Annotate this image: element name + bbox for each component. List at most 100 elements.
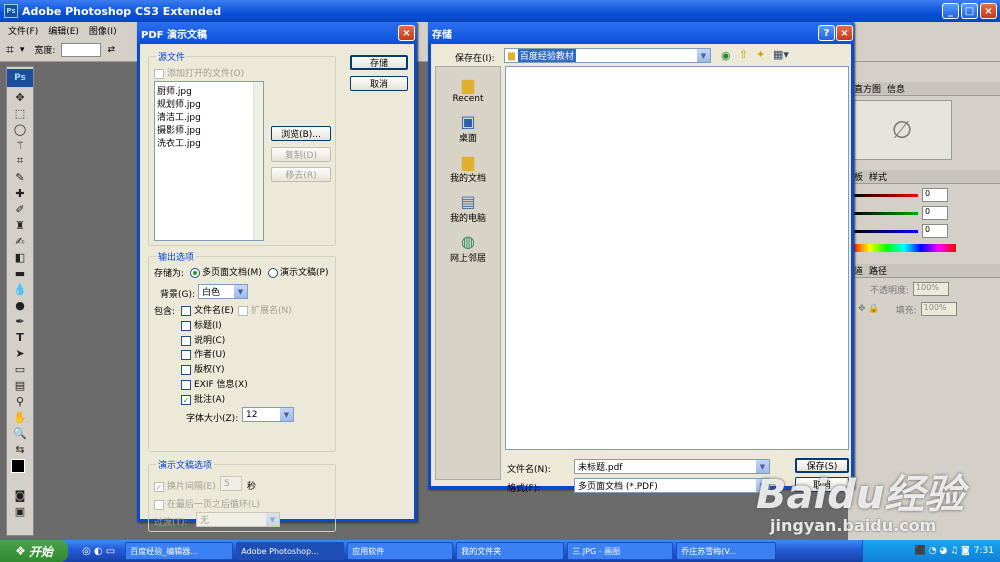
add-open-files-checkbox[interactable]: 添加打开的文件(O) <box>154 66 244 79</box>
pdf-dialog-close-button[interactable]: × <box>398 25 415 41</box>
zoom-tool-icon[interactable]: 🔍 <box>7 425 33 441</box>
tab-swatches[interactable]: 板 <box>854 170 863 183</box>
close-button[interactable]: × <box>980 3 997 19</box>
crop-tool-dropdown-icon[interactable]: ▾ <box>20 45 25 55</box>
list-item[interactable]: 规划师.jpg <box>157 97 261 110</box>
quick-mask-icon[interactable]: ◙ <box>7 487 33 503</box>
tab-channels[interactable]: 道 <box>854 264 863 277</box>
place-network[interactable]: ◍ 网上邻居 <box>436 232 500 264</box>
list-item[interactable]: 洗衣工.jpg <box>157 136 261 149</box>
copyright-checkbox[interactable]: 版权(Y) <box>181 362 225 375</box>
foreground-color-swatch[interactable] <box>11 459 25 473</box>
task-apps-folder[interactable]: 应用软件 <box>347 542 454 560</box>
start-button[interactable]: ❖ 开始 <box>0 540 68 562</box>
pdf-save-button[interactable]: 存储 <box>350 55 408 70</box>
filename-input[interactable]: 未标题.pdf ▼ <box>574 459 770 474</box>
path-selection-icon[interactable]: ➤ <box>7 345 33 361</box>
advance-checkbox[interactable]: ✓ 换片间隔(E) <box>154 479 216 492</box>
blue-value[interactable]: 0 <box>922 224 948 238</box>
red-slider[interactable] <box>854 193 918 197</box>
green-slider[interactable] <box>854 211 918 215</box>
source-file-list[interactable]: 厨师.jpg 规划师.jpg 清洁工.jpg 摄影师.jpg 洗衣工.jpg <box>154 81 264 241</box>
presentation-radio[interactable]: 演示文稿(P) <box>268 265 328 278</box>
tab-styles[interactable]: 样式 <box>869 170 887 183</box>
pen-tool-icon[interactable]: ✒ <box>7 313 33 329</box>
browse-button[interactable]: 浏览(B)... <box>271 126 331 141</box>
font-size-select[interactable]: 12 ▼ <box>242 407 294 422</box>
opacity-input[interactable]: 100% <box>913 282 950 296</box>
swap-icon[interactable]: ⇄ <box>107 45 115 55</box>
menu-image[interactable]: 图像(I) <box>89 24 117 37</box>
background-select[interactable]: 白色 ▼ <box>198 284 248 299</box>
blur-tool-icon[interactable]: 💧 <box>7 281 33 297</box>
default-colors-icon[interactable]: ⇆ <box>7 441 33 457</box>
quicklaunch-icons[interactable]: ◎ ◐ ▭ <box>82 546 115 557</box>
minimize-button[interactable]: _ <box>942 3 959 19</box>
task-my-folder[interactable]: 我的文件夹 <box>456 542 565 560</box>
remove-button[interactable]: 移去(R) <box>271 167 331 182</box>
menu-edit[interactable]: 编辑(E) <box>48 24 79 37</box>
loop-checkbox[interactable]: 在最后一页之后循环(L) <box>154 497 260 510</box>
tab-paths[interactable]: 路径 <box>869 264 887 277</box>
duplicate-button[interactable]: 复制(D) <box>271 147 331 162</box>
eraser-tool-icon[interactable]: ◧ <box>7 249 33 265</box>
advance-seconds-input[interactable]: 5 <box>220 476 242 491</box>
file-list-scrollbar[interactable] <box>253 82 263 240</box>
move-tool-icon[interactable]: ✥ <box>7 89 33 105</box>
place-desktop[interactable]: ▣ 桌面 <box>436 112 500 144</box>
shape-tool-icon[interactable]: ▭ <box>7 361 33 377</box>
task-baidu-editor[interactable]: 百度经验_编辑器... <box>125 542 234 560</box>
title-checkbox[interactable]: 标题(I) <box>181 318 222 331</box>
list-item[interactable]: 厨师.jpg <box>157 84 261 97</box>
back-icon[interactable]: ◉ <box>721 49 731 62</box>
save-dialog-close-button[interactable]: × <box>836 25 853 41</box>
place-recent[interactable]: ▆ Recent <box>436 75 500 104</box>
lasso-tool-icon[interactable]: ◯ <box>7 121 33 137</box>
type-tool-icon[interactable]: T <box>7 329 33 345</box>
list-item[interactable]: 清洁工.jpg <box>157 110 261 123</box>
view-menu-icon[interactable]: ▦▾ <box>773 48 789 61</box>
chevron-down-icon[interactable]: ▼ <box>234 285 247 298</box>
menu-file[interactable]: 文件(F) <box>8 24 38 37</box>
transition-select[interactable]: 无 ▼ <box>196 512 280 527</box>
filename-checkbox[interactable]: 文件名(E) <box>181 303 234 316</box>
brush-tool-icon[interactable]: ✐ <box>7 201 33 217</box>
multi-page-radio[interactable]: 多页面文档(M) <box>190 265 262 278</box>
author-checkbox[interactable]: 作者(U) <box>181 347 226 360</box>
file-browser-area[interactable] <box>505 66 849 450</box>
eyedropper-icon[interactable]: ⚲ <box>7 393 33 409</box>
lock-icon[interactable]: ✥ 🔒 <box>858 304 880 314</box>
format-select[interactable]: 多页面文档 (*.PDF) ▼ <box>574 478 770 493</box>
place-my-computer[interactable]: ▤ 我的电脑 <box>436 192 500 224</box>
screen-mode-icon[interactable]: ▣ <box>7 503 33 519</box>
clone-stamp-icon[interactable]: ♜ <box>7 217 33 233</box>
task-photoshop[interactable]: Adobe Photoshop... <box>236 542 345 560</box>
pdf-cancel-button[interactable]: 取消 <box>350 76 408 91</box>
description-checkbox[interactable]: 说明(C) <box>181 333 225 346</box>
color-ramp[interactable] <box>852 244 956 252</box>
crop-tool-icon[interactable]: ⌗ <box>7 153 33 169</box>
exif-checkbox[interactable]: EXIF 信息(X) <box>181 377 248 390</box>
slice-tool-icon[interactable]: ✎ <box>7 169 33 185</box>
fill-input[interactable]: 100% <box>920 302 957 316</box>
red-value[interactable]: 0 <box>922 188 948 202</box>
chevron-down-icon[interactable]: ▼ <box>280 408 293 421</box>
hand-tool-icon[interactable]: ✋ <box>7 409 33 425</box>
extension-checkbox[interactable]: 扩展名(N) <box>238 303 292 316</box>
tray-icons[interactable]: ⬛ ◔ ◕ ♫ ◙ <box>915 546 970 556</box>
task-paint[interactable]: 三.JPG - 画图 <box>567 542 674 560</box>
tab-info[interactable]: 信息 <box>887 82 905 95</box>
new-folder-icon[interactable]: ✦ <box>756 48 765 61</box>
chevron-down-icon[interactable]: ▼ <box>697 49 710 62</box>
green-value[interactable]: 0 <box>922 206 948 220</box>
crop-icon[interactable]: ⌗ <box>6 42 14 58</box>
gradient-tool-icon[interactable]: ▬ <box>7 265 33 281</box>
place-my-documents[interactable]: ▆ 我的文档 <box>436 152 500 184</box>
maximize-button[interactable]: □ <box>961 3 978 19</box>
blue-slider[interactable] <box>854 229 918 233</box>
tab-histogram[interactable]: 直方图 <box>854 82 881 95</box>
magic-wand-icon[interactable]: ⚚ <box>7 137 33 153</box>
help-button[interactable]: ? <box>818 25 835 41</box>
save-in-select[interactable]: ▆ 百度经验教材 ▼ <box>504 48 711 63</box>
annotation-checkbox[interactable]: ✓ 批注(A) <box>181 392 225 405</box>
